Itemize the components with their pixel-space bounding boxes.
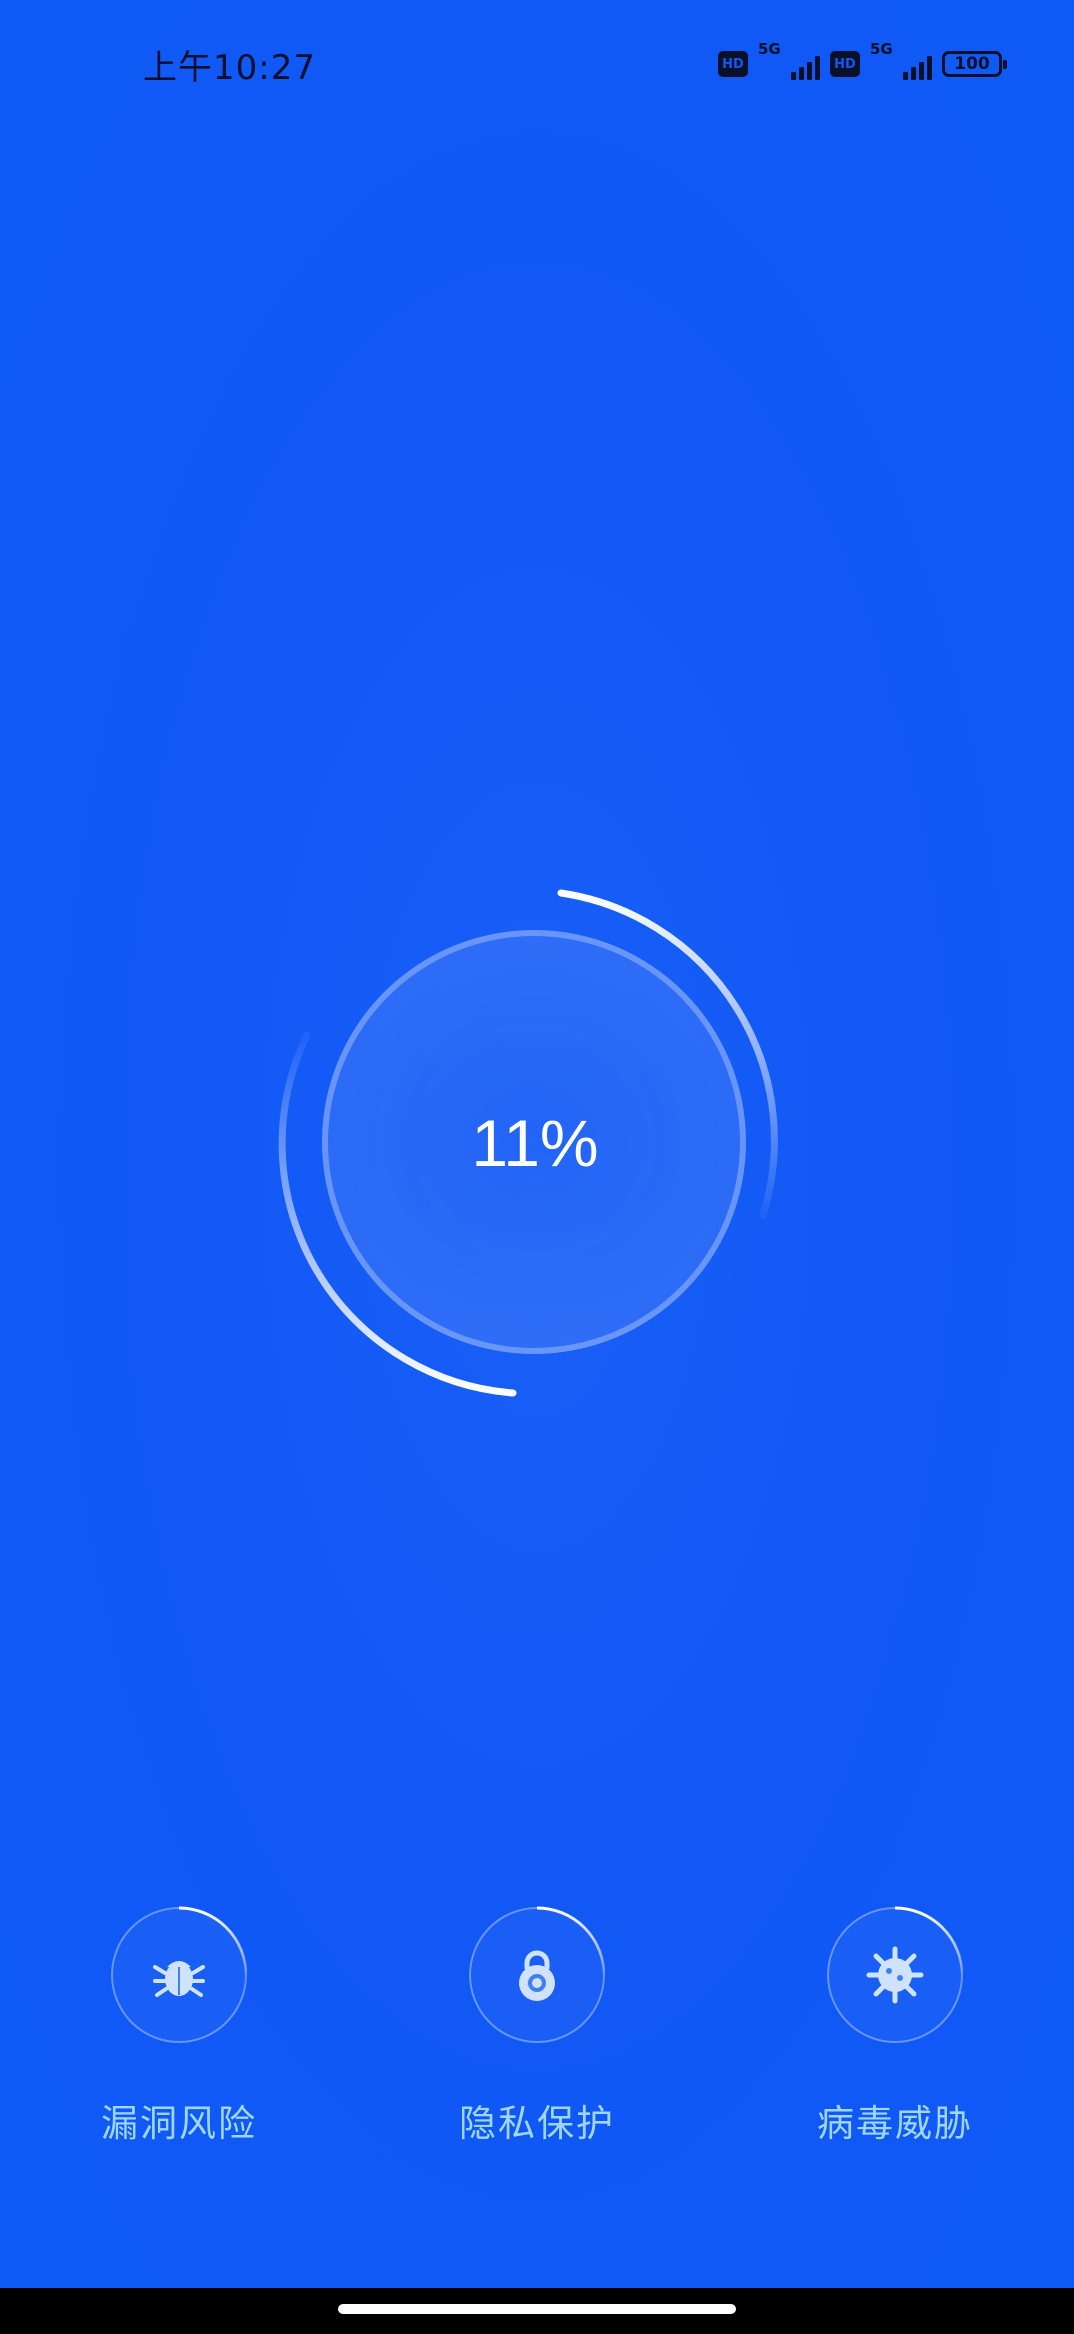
feature-ring [825, 1905, 965, 2045]
feature-label: 漏洞风险 [101, 2102, 257, 2145]
scan-screen: 上午10:27 HD 5G HD 5G 100 11% 漏洞风险 隐私保护 病毒… [0, 0, 1074, 2334]
status-time: 上午10:27 [143, 48, 316, 88]
feature-label: 隐私保护 [459, 2102, 615, 2145]
status-bar: 上午10:27 HD 5G HD 5G 100 [0, 0, 1074, 130]
bug-icon [149, 1945, 209, 2005]
feature-ring [109, 1905, 249, 2045]
scan-progress-dial: 11% [275, 885, 795, 1405]
navigation-bar [0, 2288, 1074, 2334]
network-type-2: 5G [870, 40, 893, 58]
scan-percent: 11% [471, 1106, 599, 1180]
feature-vulnerability: 漏洞风险 [59, 1905, 299, 2147]
battery-icon: 100 [942, 51, 1007, 77]
hd-icon-2: HD [830, 51, 860, 77]
status-indicators: HD 5G HD 5G 100 [718, 40, 1007, 84]
battery-level: 100 [954, 54, 990, 74]
feature-label: 病毒威胁 [817, 2102, 973, 2145]
hd-icon: HD [718, 51, 748, 77]
feature-privacy: 隐私保护 [417, 1905, 657, 2147]
network-type: 5G [758, 40, 781, 58]
home-indicator[interactable] [338, 2304, 736, 2314]
feature-ring [467, 1905, 607, 2045]
signal-icon-2: 5G [870, 40, 932, 84]
feature-virus: 病毒威胁 [775, 1905, 1015, 2147]
virus-icon [865, 1945, 925, 2005]
signal-icon: 5G [758, 40, 820, 84]
lock-icon [507, 1945, 567, 2005]
